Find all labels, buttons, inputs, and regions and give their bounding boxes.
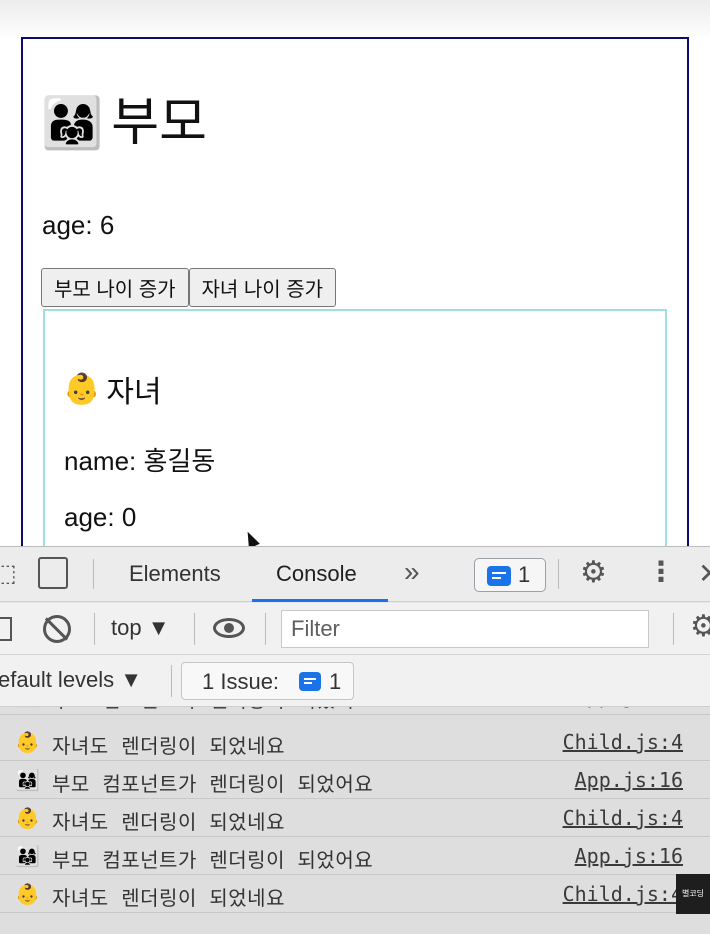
parent-heading: 👨‍👩‍👧 부모 — [41, 97, 207, 149]
log-source-link[interactable]: Child.js:4 — [563, 882, 683, 906]
child-age: age: 0 — [64, 502, 137, 532]
settings-gear-icon[interactable]: ⚙ — [580, 555, 607, 590]
log-message: 부모 컴포넌트가 렌더링이 되었어요 — [52, 772, 374, 796]
log-row: 👶 자녀도 렌더링이 되었네요 Child.js:4 — [0, 875, 710, 913]
child-title: 자녀 — [106, 376, 162, 409]
browser-top-fade — [0, 0, 710, 40]
family-emoji-icon: 👨‍👩‍👧 — [15, 768, 40, 792]
log-row: 👨‍👩‍👧 부모 컴포넌트가 렌더링이 되었어요 App.js:16 — [0, 837, 710, 875]
family-emoji-icon: 👨‍👩‍👧 — [41, 94, 104, 152]
log-message: 부모 컴포넌트가 렌더링이 되었어요 — [52, 707, 373, 713]
family-emoji-icon: 👨‍👩‍👧 — [15, 844, 40, 868]
filter-input[interactable] — [281, 610, 649, 648]
child-component-box: 👶 자녀 name: 홍길동 age: 0 — [43, 309, 667, 579]
close-icon[interactable]: ✕ — [698, 557, 710, 590]
context-selector[interactable]: top ▼ — [111, 615, 169, 641]
log-row: 👨‍👩‍👧 부모 컴포넌트가 렌더링이 되었어요 App.js:16 — [0, 761, 710, 799]
log-source-link[interactable]: Child.js:4 — [563, 806, 683, 830]
family-emoji-icon: 👨‍👩‍👧 — [15, 707, 40, 708]
console-log-list: 👨‍👩‍👧 부모 컴포넌트가 렌더링이 되었어요 App.js:16 👶 자녀도… — [0, 707, 710, 934]
baby-emoji-icon: 👶 — [63, 371, 101, 407]
increase-parent-age-button[interactable]: 부모 나이 증가 — [41, 268, 189, 307]
log-row: 👶 자녀도 렌더링이 되었네요 Child.js:4 — [0, 799, 710, 837]
issues-label: 1 Issue: — [202, 669, 280, 694]
more-tabs-chevron-icon[interactable]: » — [404, 556, 420, 588]
log-message: 자녀도 렌더링이 되었네요 — [52, 810, 285, 834]
log-message: 자녀도 렌더링이 되었네요 — [52, 734, 285, 758]
active-tab-indicator — [252, 599, 388, 602]
issues-button[interactable]: 1 Issue: 1 — [181, 662, 354, 700]
child-heading: 👶 자녀 — [63, 367, 162, 411]
more-options-icon[interactable]: ⋮ — [647, 555, 675, 588]
log-levels-dropdown[interactable]: efault levels ▼ — [0, 667, 142, 693]
sidebar-toggle-icon[interactable] — [0, 617, 12, 641]
issue-bubble-icon — [299, 672, 321, 691]
console-levels-bar: efault levels ▼ 1 Issue: 1 — [0, 655, 710, 707]
log-message: 자녀도 렌더링이 되었네요 — [52, 886, 285, 910]
log-source-link[interactable]: App.js:16 — [575, 707, 683, 708]
log-source-link[interactable]: App.js:16 — [575, 768, 683, 792]
messages-badge[interactable]: 1 — [474, 558, 546, 592]
increase-child-age-button[interactable]: 자녀 나이 증가 — [188, 268, 337, 307]
message-count: 1 — [518, 562, 531, 587]
log-message: 부모 컴포넌트가 렌더링이 되었어요 — [52, 848, 374, 872]
log-source-link[interactable]: Child.js:4 — [563, 730, 683, 754]
log-row-partial: 👨‍👩‍👧 부모 컴포넌트가 렌더링이 되었어요 App.js:16 — [0, 707, 710, 715]
baby-emoji-icon: 👶 — [15, 882, 40, 906]
button-group: 부모 나이 증가 자녀 나이 증가 — [41, 268, 337, 307]
tab-console[interactable]: Console — [276, 561, 357, 587]
log-row: 👶 자녀도 렌더링이 되었네요 Child.js:4 — [0, 723, 710, 761]
child-name: name: 홍길동 — [64, 446, 216, 476]
device-toggle-icon[interactable] — [38, 557, 68, 589]
devtools-toolbar: ⬚ Elements Console » 1 ⚙ ⋮ ✕ — [0, 547, 710, 602]
devtools-panel: ⬚ Elements Console » 1 ⚙ ⋮ ✕ top ▼ ⚙ efa… — [0, 546, 710, 934]
tab-elements[interactable]: Elements — [129, 561, 221, 587]
console-settings-gear-icon[interactable]: ⚙ — [690, 609, 710, 644]
inspect-element-icon[interactable]: ⬚ — [0, 559, 17, 587]
parent-title: 부모 — [111, 94, 207, 152]
parent-age: age: 6 — [42, 210, 115, 240]
channel-watermark: 별코딩 — [676, 874, 710, 914]
baby-emoji-icon: 👶 — [15, 806, 40, 830]
baby-emoji-icon: 👶 — [15, 730, 40, 754]
issue-count: 1 — [329, 669, 342, 694]
message-bubble-icon — [487, 566, 511, 586]
console-filter-bar: top ▼ ⚙ — [0, 603, 710, 655]
log-source-link[interactable]: App.js:16 — [575, 844, 683, 868]
parent-component-box: 👨‍👩‍👧 부모 age: 6 부모 나이 증가 자녀 나이 증가 👶 자녀 n… — [21, 37, 689, 579]
